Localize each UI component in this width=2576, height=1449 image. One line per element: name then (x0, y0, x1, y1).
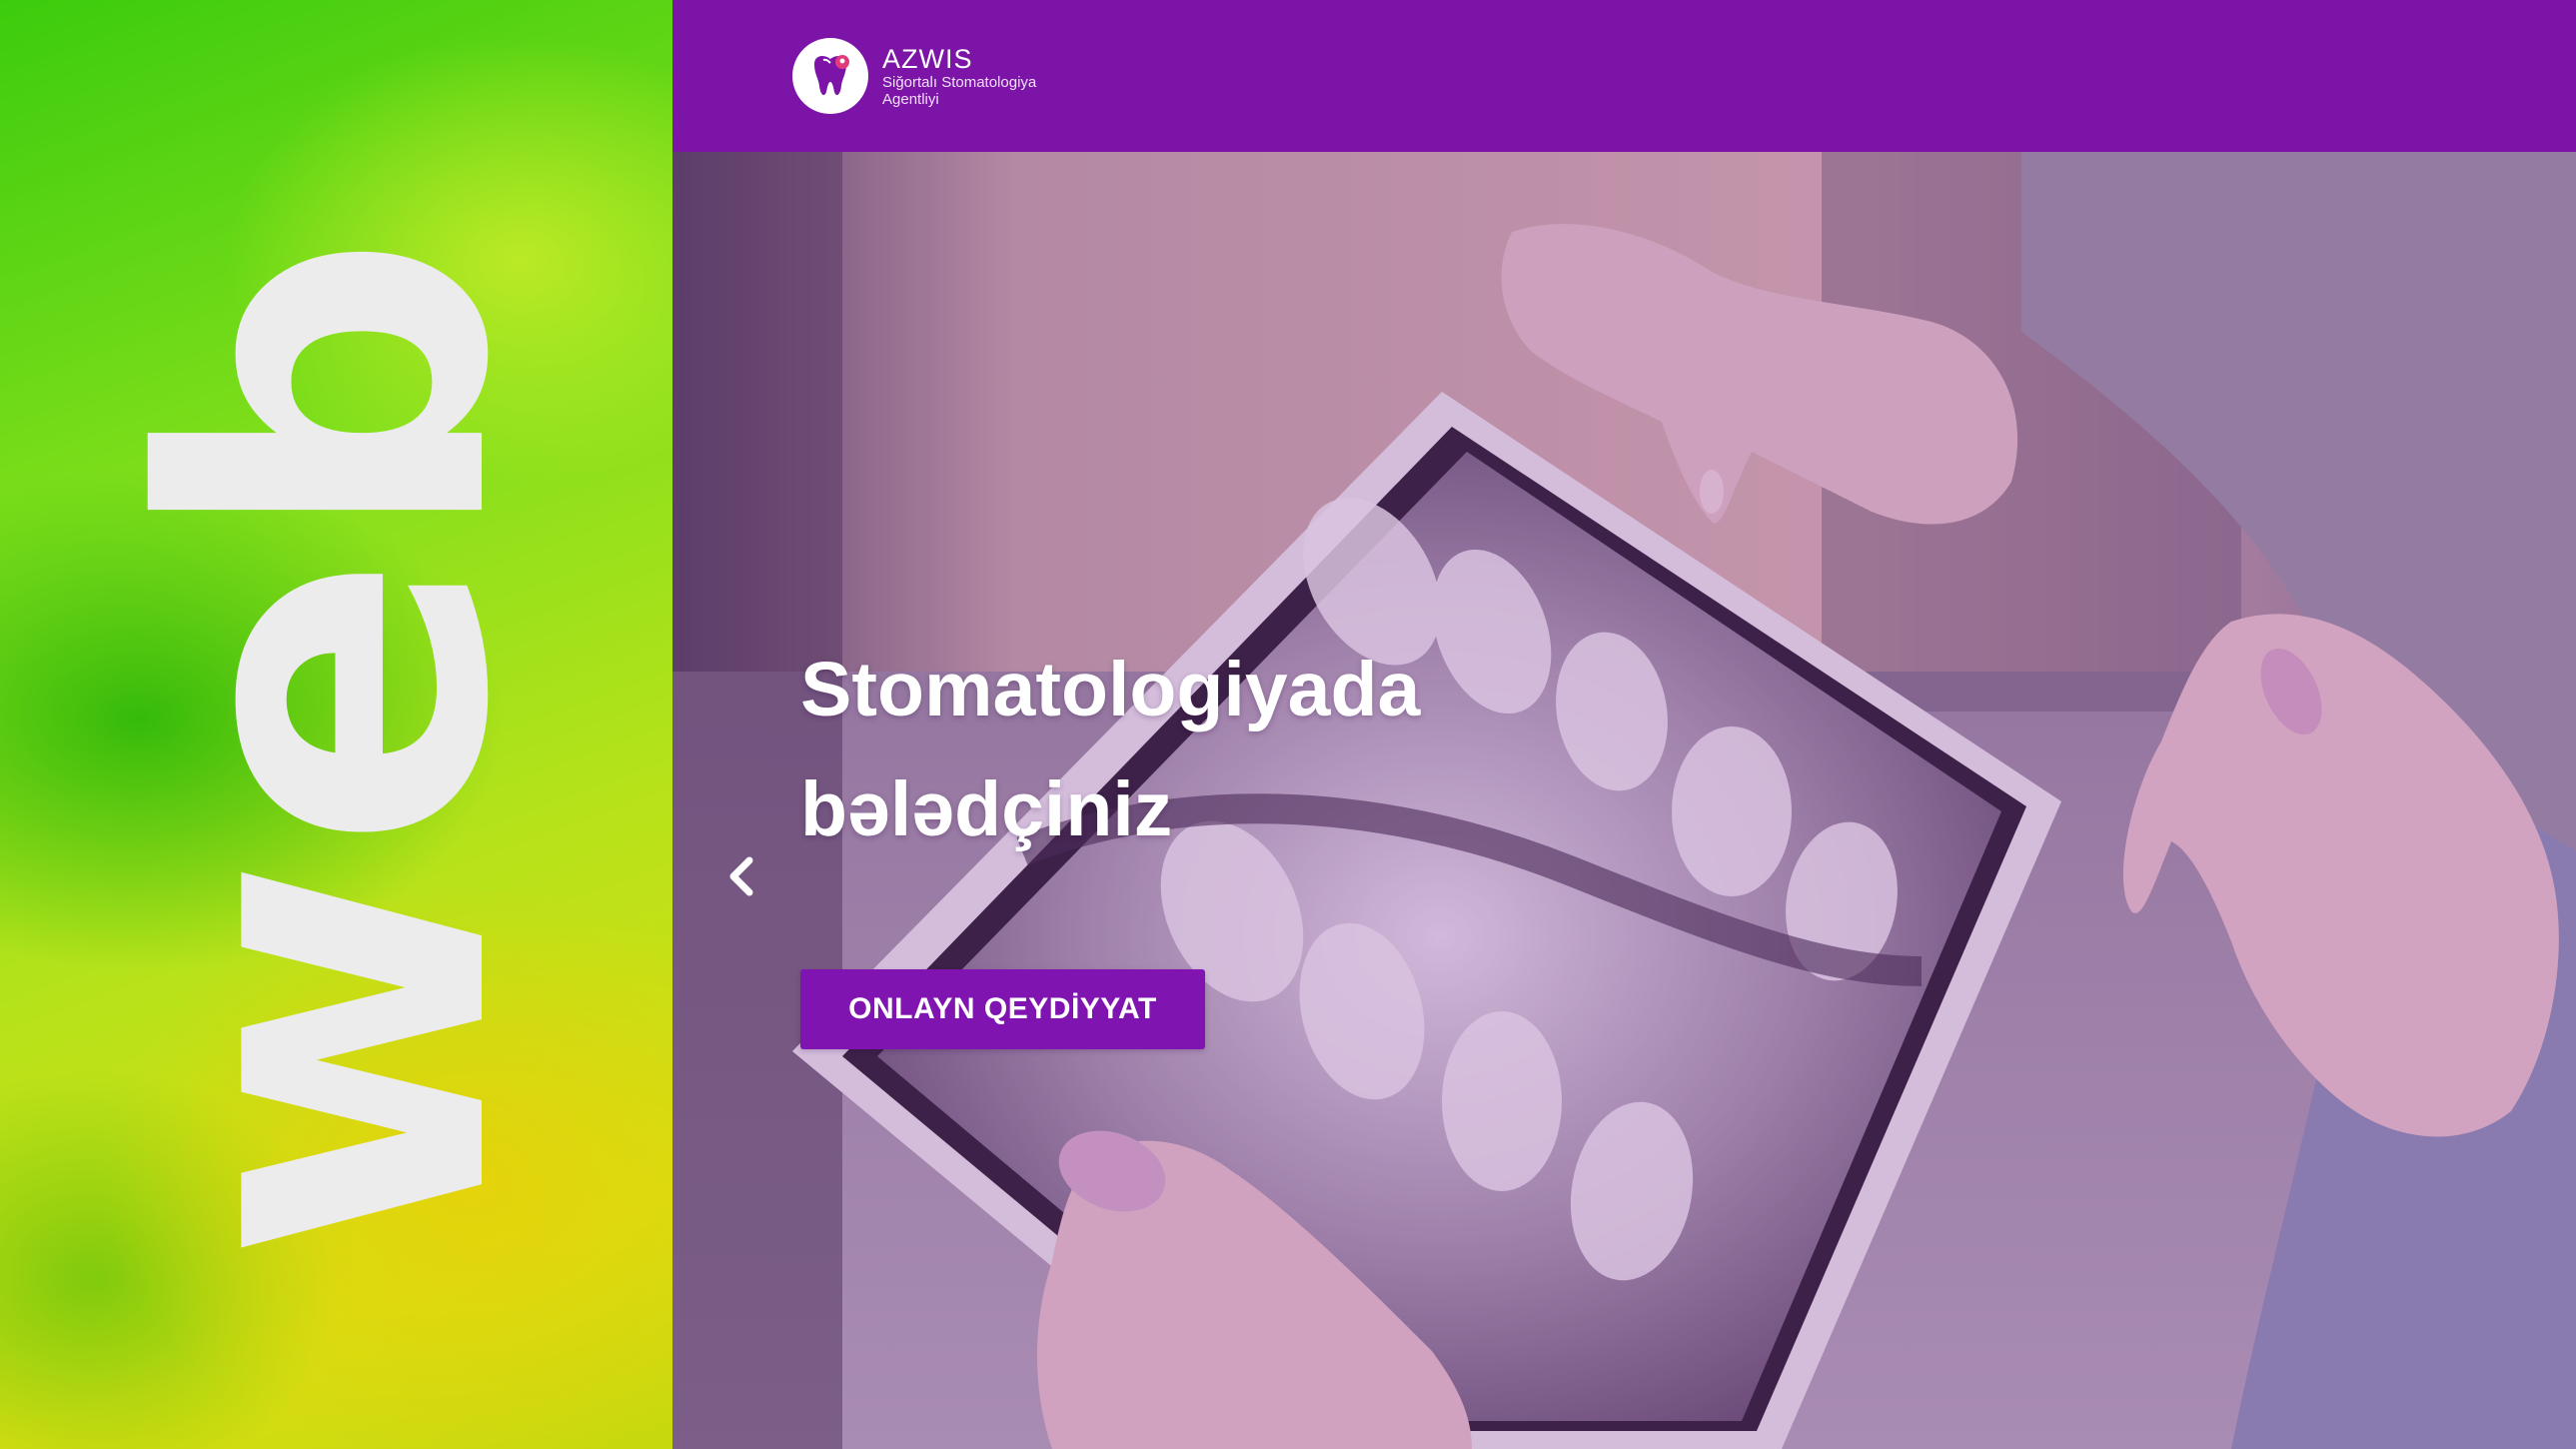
chevron-left-icon[interactable] (717, 846, 767, 906)
promo-side-panel: web (0, 0, 672, 1449)
logo-name: AZWIS (882, 44, 973, 74)
screenshot: web AZWIS Siğortalı Stomatologiya Agentl… (0, 0, 2576, 1449)
hero-title-line1: Stomatologiyada (800, 647, 1421, 732)
site-logo-link[interactable]: AZWIS Siğortalı Stomatologiya Agentliyi (792, 38, 1036, 114)
site-header: AZWIS Siğortalı Stomatologiya Agentliyi (672, 0, 2576, 152)
website-preview: AZWIS Siğortalı Stomatologiya Agentliyi (672, 0, 2576, 1449)
hero-title: Stomatologiyada bələdçiniz (800, 630, 1700, 869)
online-registration-button[interactable]: ONLAYN QEYDİYYAT (800, 969, 1205, 1049)
logo-subtitle-line1: Siğortalı Stomatologiya (882, 74, 1037, 91)
hero-title-line2: bələdçiniz (800, 766, 1173, 852)
hero-slider: Stomatologiyada bələdçiniz ONLAYN QEYDİY… (672, 152, 2576, 1449)
tooth-logo-icon (792, 38, 868, 114)
logo-subtitle-line2: Agentliyi (882, 91, 939, 108)
web-wordmark: web (74, 226, 586, 1263)
logo-text: AZWIS Siğortalı Stomatologiya Agentliyi (882, 44, 1036, 108)
